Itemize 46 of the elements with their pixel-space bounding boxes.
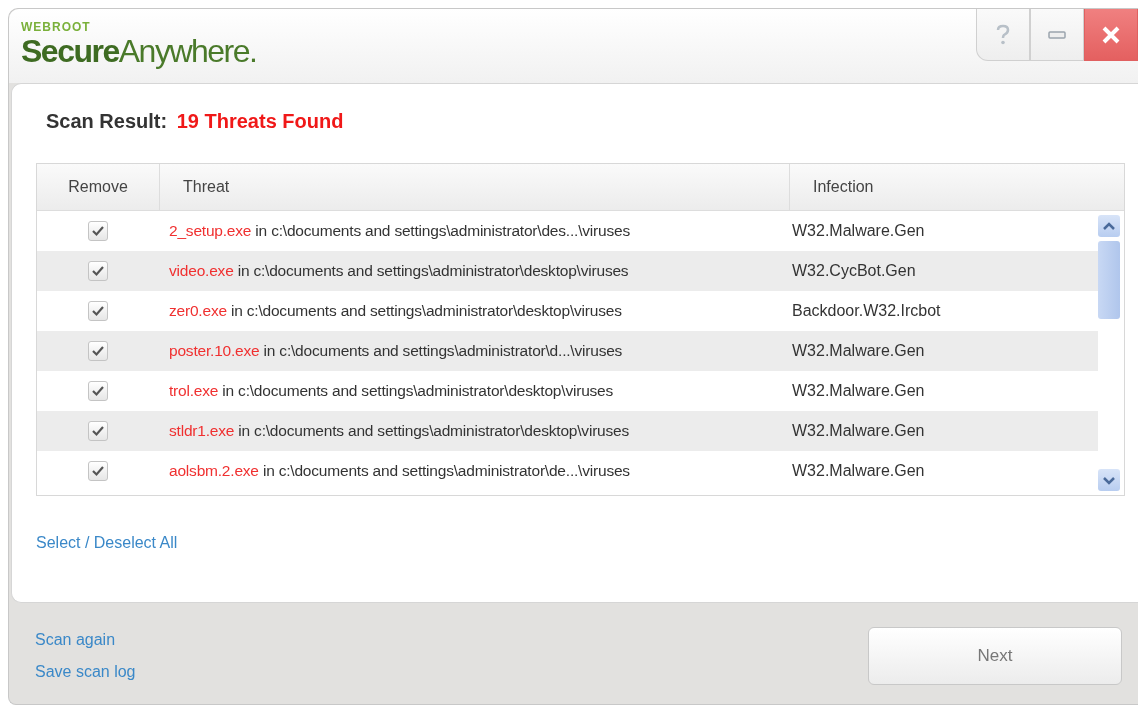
product-logo-text: SecureAnywhere. [21,33,257,69]
footer-link[interactable]: Scan again [35,630,116,649]
scroll-up-icon[interactable] [1098,215,1120,237]
infection-cell: W32.Malware.Gen [792,382,925,400]
infection-cell: W32.Malware.Gen [792,222,925,240]
scan-result-label: Scan Result: [46,110,168,132]
infection-cell: W32.CycBot.Gen [792,262,916,280]
close-icon [1101,25,1121,44]
minimize-icon [1048,30,1066,39]
remove-checkbox[interactable] [88,421,108,441]
threat-count: 19 Threats Found [176,110,344,132]
check-icon [91,225,105,237]
check-icon [91,305,105,317]
remove-checkbox[interactable] [88,261,108,281]
threat-cell-text: 2_setup.exe in c:\documents and settings\administrator\des...\viruses [168,222,631,240]
check-icon [91,385,105,397]
scroll-thumb[interactable] [1098,241,1120,319]
threat-cell-text: zer0.exe in c:\documents and settings\administrator\desktop\viruses [168,302,623,320]
check-icon [91,345,105,357]
check-icon [91,465,105,477]
remove-checkbox[interactable] [88,381,108,401]
threat-cell-text: video.exe in c:\documents and settings\administrator\desktop\viruses [168,262,630,280]
infection-cell: W32.Malware.Gen [792,422,925,440]
close-button[interactable] [1084,9,1138,61]
infection-cell: W32.Malware.Gen [792,462,925,480]
infection-cell: Backdoor.W32.Ircbot [792,302,941,320]
remove-checkbox[interactable] [88,301,108,321]
help-icon [995,23,1011,46]
remove-checkbox[interactable] [88,221,108,241]
remove-checkbox[interactable] [88,341,108,361]
check-icon [91,265,105,277]
threat-cell-text: trol.exe in c:\documents and settings\administrator\desktop\viruses [168,382,615,400]
select-all-link[interactable]: Select / Deselect All [36,534,178,552]
threat-cell-text: poster.10.exe in c:\documents and settings\administrator\d...\viruses [168,342,624,360]
remove-checkbox[interactable] [88,461,108,481]
column-header[interactable]: Infection [790,164,874,210]
next-button[interactable]: Next [868,626,1122,685]
threat-cell-text: stldr1.exe in c:\documents and settings\administrator\desktop\viruses [168,422,631,440]
scroll-down-icon[interactable] [1098,469,1120,491]
column-header[interactable]: Remove [37,164,160,210]
column-header[interactable]: Threat [160,164,790,210]
threat-cell-text: aolsbm.2.exe in c:\documents and settings\administrator\de...\viruses [168,462,631,480]
infection-cell: W32.Malware.Gen [792,342,925,360]
check-icon [91,425,105,437]
footer-link[interactable]: Save scan log [35,662,136,681]
vendor-logo-text: WEBROOT [21,21,92,33]
